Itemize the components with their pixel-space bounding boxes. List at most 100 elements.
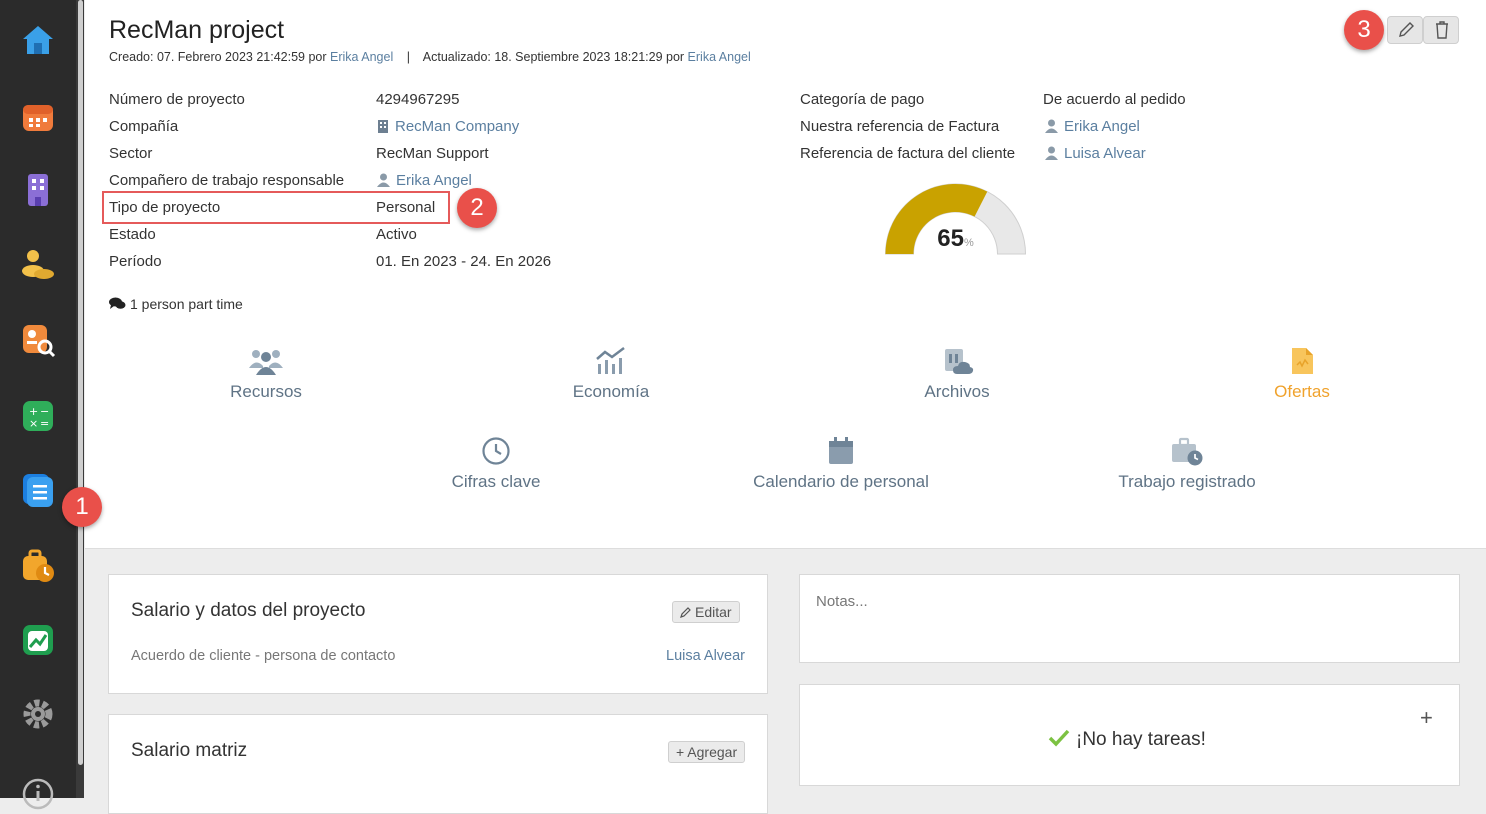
highlight-box [102,191,450,224]
salary-matrix-add-button[interactable]: + Agregar [668,741,746,763]
tile-economy-label: Economía [572,382,650,401]
calendar-icon [829,437,853,464]
gauge-number: 65 [937,225,964,252]
company-link[interactable]: RecMan Company [395,118,519,135]
building-small-icon [378,120,388,133]
no-tasks-message: ¡No hay tareas! [1048,729,1206,751]
salary-matrix-card: Salario matriz + Agregar [108,714,768,814]
salary-edit-label: Editar [695,604,732,620]
tile-files-label: Archivos [924,382,990,401]
detail-label-period: Período [109,253,162,270]
detail-value-client-invoice-ref[interactable]: Luisa Alvear [1045,145,1146,162]
sidebar: + − × = [0,0,76,810]
updated-by-link[interactable]: Erika Angel [688,50,751,64]
tile-staff-calendar-label: Calendario de personal [753,472,929,491]
detail-value-project-number: 4294967295 [376,91,460,108]
person-icon [1045,119,1058,133]
detail-label-our-invoice-ref: Nuestra referencia de Factura [800,118,1000,135]
responsible-link[interactable]: Erika Angel [396,172,472,189]
people-icon[interactable] [20,246,56,282]
building-icon[interactable] [20,172,56,208]
detail-label-payment-category: Categoría de pago [800,91,925,108]
salary-card-title: Salario y datos del proyecto [131,600,366,621]
tile-files[interactable]: Archivos [897,346,1017,402]
svg-text:×: × [29,417,38,430]
calculator-icon[interactable]: + − × = [20,398,56,434]
client-invoice-ref-link[interactable]: Luisa Alvear [1064,145,1146,162]
contact-row-value[interactable]: Luisa Alvear [666,648,745,664]
annotation-badge-2: 2 [457,188,497,228]
tile-key-figures-label: Cifras clave [451,472,541,491]
no-tasks-text: ¡No hay tareas! [1076,729,1206,750]
gauge-unit: % [963,237,974,249]
detail-label-company: Compañía [109,118,179,135]
tile-key-figures[interactable]: Cifras clave [436,436,556,492]
sidebar-scrollbar-thumb[interactable] [78,0,83,765]
files-cloud-icon [945,349,974,374]
detail-value-period: 01. En 2023 - 24. En 2026 [376,253,552,270]
salary-edit-button[interactable]: Editar [672,601,740,623]
projects-icon[interactable] [20,472,56,508]
person-icon [1045,146,1058,160]
detail-label-client-invoice-ref: Referencia de factura del cliente [800,145,1016,162]
tile-registered-work[interactable]: Trabajo registrado [1107,436,1267,492]
salary-matrix-title: Salario matriz [131,740,248,761]
chart-icon [596,347,625,374]
tasks-card: ¡No hay tareas! + [799,684,1460,786]
settings-icon[interactable] [20,696,56,732]
salary-project-card: Salario y datos del proyecto Editar Acue… [108,574,768,694]
gauge-value: 65% [883,225,1028,253]
tile-economy[interactable]: Economía [551,346,671,402]
tile-offers-label: Ofertas [1274,382,1330,401]
comments-icon [109,297,126,309]
page-title: RecMan project [109,16,285,44]
meta-separator: | [406,50,410,64]
svg-text:=: = [40,417,49,430]
project-header-panel: RecMan project Creado: 07. Febrero 2023 … [85,0,1486,549]
edit-button[interactable] [1387,16,1423,44]
detail-label-sector: Sector [109,145,153,162]
candidate-search-icon[interactable] [20,322,56,358]
delete-button[interactable] [1423,16,1459,44]
comment-text: 1 person part time [130,296,243,312]
pencil-icon [680,607,691,618]
project-meta: Creado: 07. Febrero 2023 21:42:59 por Er… [109,50,751,64]
tile-offers[interactable]: Ofertas [1242,346,1362,402]
tile-staff-calendar[interactable]: Calendario de personal [741,436,941,492]
contact-row-label: Acuerdo de cliente - persona de contacto [131,648,396,664]
annotation-badge-1: 1 [62,487,102,527]
person-icon [377,173,390,187]
notes-card[interactable]: Notas... [799,574,1460,663]
detail-label-responsible: Compañero de trabajo responsable [109,172,345,189]
tile-resources-label: Recursos [230,382,302,401]
add-task-button[interactable]: + [1420,705,1433,731]
tile-registered-work-label: Trabajo registrado [1118,472,1256,491]
detail-value-company[interactable]: RecMan Company [377,118,519,135]
created-by-link[interactable]: Erika Angel [330,50,393,64]
detail-value-payment-category: De acuerdo al pedido [1043,91,1186,108]
detail-label-status: Estado [109,226,156,243]
detail-value-responsible[interactable]: Erika Angel [377,172,472,189]
users-icon [249,350,283,375]
timesheet-icon[interactable] [20,548,56,584]
detail-label-project-number: Número de proyecto [109,91,245,108]
trash-icon [1436,21,1448,39]
document-offer-icon [1292,348,1313,374]
check-icon [1048,729,1070,747]
analytics-icon[interactable] [20,622,56,658]
notes-placeholder[interactable]: Notas... [816,593,868,610]
calendar-icon[interactable] [20,98,56,134]
updated-label: Actualizado: 18. Septiembre 2023 18:21:2… [422,50,685,64]
detail-value-our-invoice-ref[interactable]: Erika Angel [1045,118,1140,135]
created-label: Creado: 07. Febrero 2023 21:42:59 por [109,50,327,64]
annotation-badge-3: 3 [1344,10,1384,50]
detail-value-sector: RecMan Support [376,145,489,162]
tile-resources[interactable]: Recursos [206,346,326,402]
comment-line: 1 person part time [109,296,243,312]
detail-value-status: Activo [376,226,417,243]
progress-gauge: 65% [883,182,1028,262]
info-icon[interactable] [20,776,56,812]
our-invoice-ref-link[interactable]: Erika Angel [1064,118,1140,135]
briefcase-clock-icon [1172,437,1203,466]
home-icon[interactable] [20,22,56,58]
